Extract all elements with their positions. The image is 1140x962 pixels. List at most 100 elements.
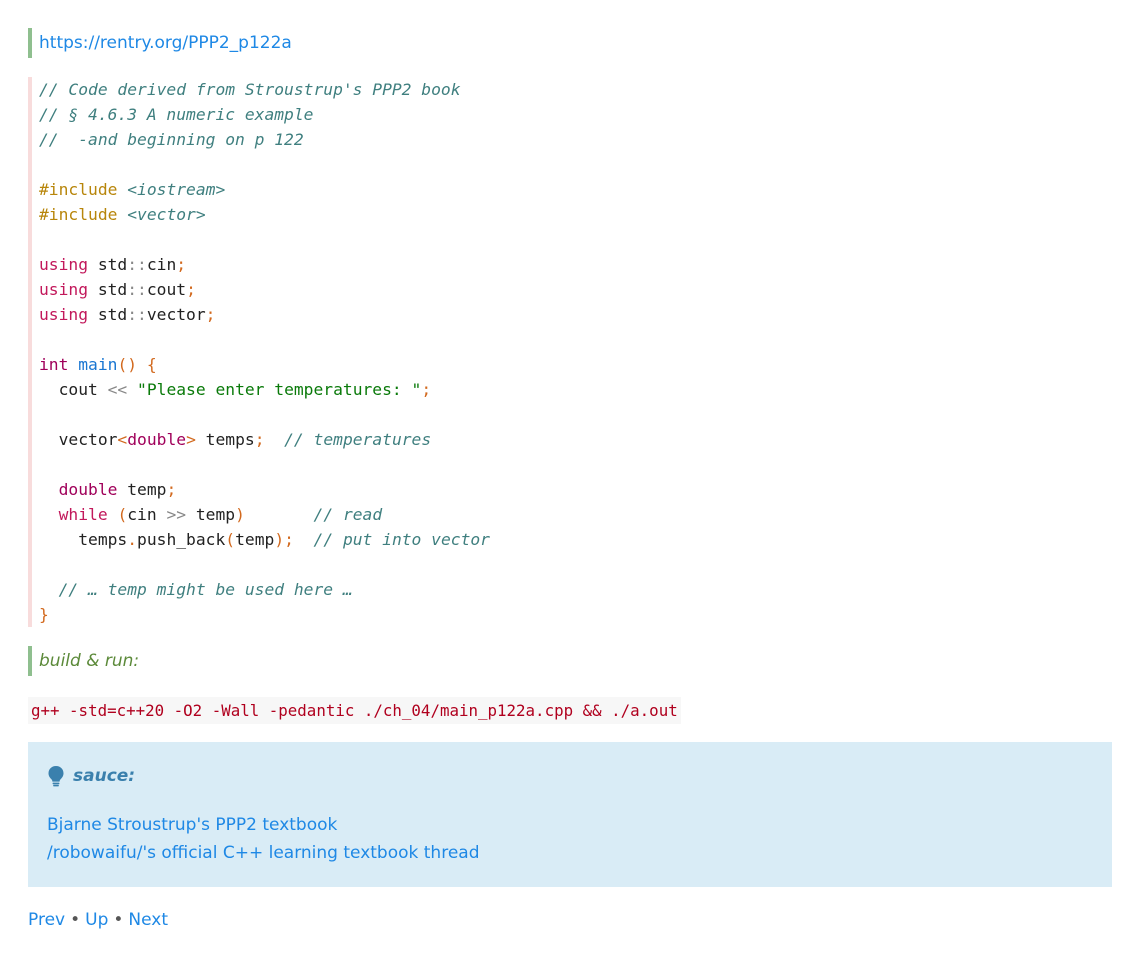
code-token-op: ::: [127, 280, 147, 299]
code-token-func: main: [78, 355, 118, 374]
code-token-punct: (): [117, 355, 138, 374]
code-token-punct: ;: [254, 430, 265, 449]
code-line: vector<double> temps; // temperatures: [39, 427, 490, 452]
ppp2-textbook-link[interactable]: Bjarne Stroustrup's PPP2 textbook: [47, 811, 480, 839]
code-token-comment: // temperatures: [284, 430, 432, 449]
code-token-text: temp: [235, 530, 275, 549]
code-token-punct: (: [225, 530, 236, 549]
code-token-text: push_back: [137, 530, 226, 549]
code-line: temps.push_back(temp); // put into vecto…: [39, 527, 490, 552]
code-token-op: ::: [127, 305, 147, 324]
nav-separator: •: [113, 910, 124, 930]
code-token-keyword: using: [39, 255, 89, 274]
code-line: while (cin >> temp) // read: [39, 502, 490, 527]
code-token-text: cout: [39, 380, 108, 399]
source-link-quote: https://rentry.org/PPP2_p122a: [28, 28, 292, 58]
code-token-text: std: [88, 280, 128, 299]
code-token-punct: ;: [166, 480, 177, 499]
code-line: // -and beginning on p 122: [39, 127, 490, 152]
code-token-keyword: while: [58, 505, 108, 524]
code-token-type: double: [58, 480, 118, 499]
code-line: int main() {: [39, 352, 490, 377]
code-token-punct: }: [39, 605, 49, 624]
code-line: #include <vector>: [39, 202, 490, 227]
code-token-punct: .: [127, 530, 138, 549]
code-token-pp: #include: [39, 205, 118, 224]
code-token-type: int: [39, 355, 69, 374]
sauce-title: sauce:: [47, 764, 135, 788]
build-note: build & run:: [28, 646, 139, 676]
code-line: #include <iostream>: [39, 177, 490, 202]
code-token-comment: // put into vector: [313, 530, 490, 549]
code-token-string: "Please enter temperatures: ": [137, 380, 422, 399]
code-token-text: cin: [146, 255, 177, 274]
code-token-comment: // … temp might be used here …: [58, 580, 353, 599]
sauce-links: Bjarne Stroustrup's PPP2 textbook /robow…: [47, 811, 480, 867]
prev-link[interactable]: Prev: [28, 910, 65, 930]
textbook-thread-link[interactable]: /robowaifu/'s official C++ learning text…: [47, 839, 480, 867]
next-link[interactable]: Next: [128, 910, 168, 930]
code-token-ppfile: <iostream>: [127, 180, 226, 199]
code-token-keyword: using: [39, 280, 89, 299]
code-token-punct: ): [235, 505, 245, 524]
code-token-punct: ;: [186, 280, 196, 299]
page-navigation: Prev • Up • Next: [28, 906, 168, 934]
code-line: using std::vector;: [39, 302, 490, 327]
up-link[interactable]: Up: [85, 910, 108, 930]
code-block: // Code derived from Stroustrup's PPP2 b…: [28, 77, 1112, 627]
code-token-ppfile: <vector>: [127, 205, 206, 224]
code-token-text: std: [88, 305, 128, 324]
code-token-text: temps: [39, 530, 128, 549]
code-token-punct: (: [117, 505, 128, 524]
code-token-text: temp: [186, 505, 236, 524]
code-token-pp: #include: [39, 180, 118, 199]
code-token-text: std: [88, 255, 128, 274]
code-token-type: double: [127, 430, 187, 449]
code-token-comment: // Code derived from Stroustrup's PPP2 b…: [39, 80, 461, 99]
code-token-comment: // § 4.6.3 A numeric example: [39, 105, 314, 124]
source-link[interactable]: https://rentry.org/PPP2_p122a: [39, 33, 292, 53]
code-token-comment: // -and beginning on p 122: [39, 130, 304, 149]
code-line: }: [39, 602, 490, 627]
build-command: g++ -std=c++20 -O2 -Wall -pedantic ./ch_…: [28, 697, 681, 724]
code-token-punct: >: [186, 430, 196, 449]
code-token-punct: ;: [421, 380, 432, 399]
code-token-text: vector: [39, 430, 118, 449]
code-line: // Code derived from Stroustrup's PPP2 b…: [39, 77, 490, 102]
code-token-op: <<: [107, 380, 128, 399]
page: https://rentry.org/PPP2_p122a // Code de…: [0, 0, 1140, 962]
code-token-text: temp: [117, 480, 167, 499]
code-token-keyword: using: [39, 305, 89, 324]
code-token-op: ::: [127, 255, 147, 274]
code-token-op: >>: [166, 505, 187, 524]
code-line: using std::cin;: [39, 252, 490, 277]
code-token-punct: <: [117, 430, 128, 449]
code-token-comment: // read: [313, 505, 383, 524]
code-token-text: vector: [146, 305, 206, 324]
code-token-punct: {: [146, 355, 157, 374]
code-line: // § 4.6.3 A numeric example: [39, 102, 490, 127]
code-token-punct: ;: [205, 305, 216, 324]
code-token-text: cin: [127, 505, 167, 524]
sauce-title-text: sauce:: [73, 766, 136, 786]
code-token-text: temps: [195, 430, 255, 449]
code-token-text: cout: [146, 280, 187, 299]
lightbulb-icon: [48, 766, 64, 787]
code-line: cout << "Please enter temperatures: ";: [39, 377, 490, 402]
code-line: // … temp might be used here …: [39, 577, 490, 602]
nav-separator: •: [70, 910, 81, 930]
